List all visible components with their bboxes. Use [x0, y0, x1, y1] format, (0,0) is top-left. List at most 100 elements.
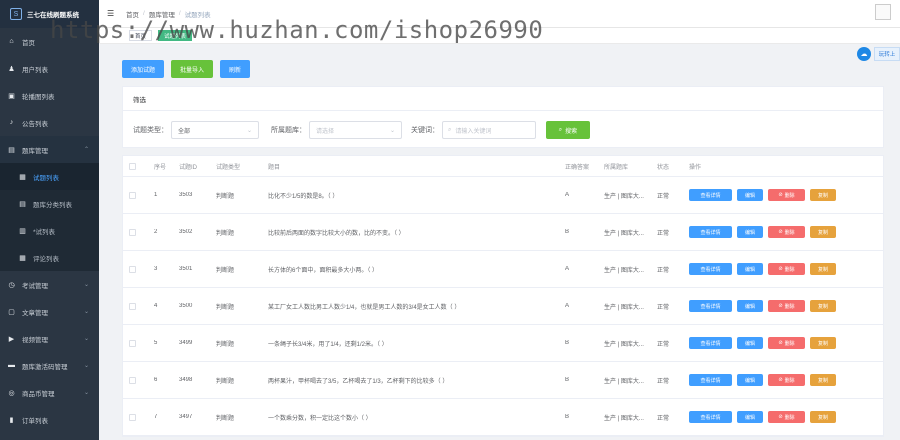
cell-id: 3497: [179, 414, 193, 420]
breadcrumb-home[interactable]: 首页: [126, 9, 139, 19]
row-checkbox[interactable]: [129, 191, 136, 199]
cell-title: 某工厂女工人数比男工人数少1/4，也就是男工人数的3/4是女工人数（ ）: [268, 304, 461, 311]
edit-button[interactable]: 编辑: [737, 226, 763, 238]
chevron-down-icon: ⌄: [83, 390, 89, 396]
chevron-down-icon: ⌄: [246, 127, 252, 134]
sidebar-item-2[interactable]: ▢ 文章管理 ⌄: [0, 298, 99, 325]
edit-button[interactable]: 编辑: [737, 300, 763, 312]
sidebar-item-2[interactable]: ♟ 用户列表: [0, 55, 99, 82]
sidebar-item-label: 商品币管理: [22, 390, 55, 398]
delete-button[interactable]: ⊘ 删除: [768, 263, 805, 275]
batch-import-button[interactable]: 批量导入: [171, 60, 214, 78]
row-checkbox[interactable]: [129, 413, 136, 421]
avatar[interactable]: [875, 4, 891, 20]
sidebar-item-1[interactable]: ⌂ 首页: [0, 28, 99, 55]
chevron-down-icon: ⌄: [83, 282, 89, 288]
breadcrumb-separator: /: [143, 10, 145, 17]
breadcrumb-question-bank[interactable]: 题库管理: [149, 9, 175, 19]
row-checkbox[interactable]: [129, 302, 136, 310]
copy-button[interactable]: 复制: [810, 300, 836, 312]
select-all-checkbox[interactable]: [129, 162, 136, 170]
type-select[interactable]: 全部 ⌄: [171, 121, 259, 139]
delete-icon: ⊘: [778, 192, 783, 198]
sidebar-item-4[interactable]: ▬ 题库激活码管理 ⌄: [0, 352, 99, 379]
delete-button[interactable]: ⊘ 删除: [768, 300, 805, 312]
search-icon: ⌕: [448, 126, 452, 133]
cell-no: 7: [154, 414, 158, 420]
view-detail-button[interactable]: 查看详情: [689, 374, 732, 386]
search-icon: ⌕: [558, 126, 563, 133]
edit-button[interactable]: 编辑: [737, 374, 763, 386]
image-icon: ▣: [8, 92, 15, 100]
submenu-item-3[interactable]: ▥ *试列表: [0, 217, 99, 244]
sidebar-item-6[interactable]: ▮ 订单列表: [0, 406, 99, 433]
cell-no: 1: [154, 192, 158, 198]
chevron-down-icon: ⌄: [83, 336, 89, 342]
cell-answer: A: [565, 303, 570, 309]
copy-button[interactable]: 复制: [810, 189, 836, 201]
view-detail-button[interactable]: 查看详情: [689, 337, 732, 349]
delete-button[interactable]: ⊘ 删除: [768, 411, 805, 423]
delete-button[interactable]: ⊘ 删除: [768, 226, 805, 238]
bank-select[interactable]: 请选择 ⌄: [309, 121, 402, 139]
sidebar-item-3[interactable]: ▶ 视频管理 ⌄: [0, 325, 99, 352]
delete-button[interactable]: ⊘ 删除: [768, 189, 805, 201]
row-checkbox[interactable]: [129, 339, 136, 347]
sidebar-item-label: 考试管理: [22, 282, 48, 290]
copy-button[interactable]: 复制: [810, 337, 836, 349]
search-button[interactable]: ⌕ 搜索: [546, 121, 590, 139]
edit-button[interactable]: 编辑: [737, 337, 763, 349]
question-table: 序号 试题ID 试题类型 题目 正确答案 所属题库 状态 操作 1 3503 判断题…: [122, 155, 884, 437]
add-question-button[interactable]: 添加试题: [122, 60, 165, 78]
edit-button[interactable]: 编辑: [737, 411, 763, 423]
sidebar-item-1[interactable]: ◷ 考试管理 ⌄: [0, 271, 99, 298]
cell-bank: 生产 | 图库大...: [604, 341, 644, 348]
view-detail-button[interactable]: 查看详情: [689, 226, 732, 238]
delete-button[interactable]: ⊘ 删除: [768, 374, 805, 386]
sidebar-item-5[interactable]: ◎ 商品币管理 ⌄: [0, 379, 99, 406]
keyword-input[interactable]: ⌕ 请输入关键词: [442, 121, 536, 139]
delete-label: 删除: [784, 229, 795, 236]
sidebar-item-7[interactable]: ✓反馈列表: [0, 433, 99, 440]
sidebar-item-label: 用户列表: [22, 66, 48, 74]
cell-no: 4: [154, 303, 158, 309]
row-checkbox[interactable]: [129, 228, 136, 236]
row-checkbox[interactable]: [129, 265, 136, 273]
submenu-item-4[interactable]: ▦ 评论列表: [0, 244, 99, 271]
cell-no: 3: [154, 266, 158, 272]
submenu-item-1[interactable]: ▦ 试题列表: [0, 163, 99, 190]
copy-button[interactable]: 复制: [810, 226, 836, 238]
cell-status: 正常: [657, 193, 670, 200]
sidebar-item-3[interactable]: ▣ 轮播图列表: [0, 82, 99, 109]
copy-button[interactable]: 复制: [810, 374, 836, 386]
sidebar-item-5[interactable]: ▤ 题库管理 ⌃: [0, 136, 99, 163]
tag-home[interactable]: 首页: [129, 30, 153, 41]
row-checkbox[interactable]: [129, 376, 136, 384]
bank-select-placeholder: 请选择: [316, 128, 335, 135]
list-icon: ▥: [19, 227, 26, 235]
submenu-item-2[interactable]: ▤ 题库分类列表: [0, 190, 99, 217]
cell-actions: 查看详情 编辑 ⊘ 删除 复制: [685, 411, 883, 423]
hamburger-icon[interactable]: ☰: [107, 9, 116, 18]
view-detail-button[interactable]: 查看详情: [689, 263, 732, 275]
delete-icon: ⊘: [778, 303, 783, 309]
sidebar-item-4[interactable]: ♪ 公告列表: [0, 109, 99, 136]
edit-button[interactable]: 编辑: [737, 263, 763, 275]
view-detail-button[interactable]: 查看详情: [689, 300, 732, 312]
sidebar-item-label: *试列表: [33, 228, 56, 236]
copy-button[interactable]: 复制: [810, 263, 836, 275]
breadcrumb-separator: /: [178, 10, 181, 17]
copy-button[interactable]: 复制: [810, 411, 836, 423]
cell-answer: B: [565, 340, 570, 346]
edit-button[interactable]: 编辑: [737, 189, 763, 201]
delete-button[interactable]: ⊘ 删除: [768, 337, 805, 349]
user-icon: ♟: [8, 65, 15, 73]
refresh-button[interactable]: 刷新: [220, 60, 251, 78]
cell-actions: 查看详情 编辑 ⊘ 删除 复制: [685, 300, 883, 312]
sidebar-item-label: 公告列表: [22, 120, 48, 128]
cell-answer: B: [565, 414, 570, 420]
view-detail-button[interactable]: 查看详情: [689, 189, 732, 201]
table-row: 5 3499 判断题 一条绳子长3/4米，用了1/4，还剩1/2米。（ ） B 生产 | …: [123, 325, 883, 362]
view-detail-button[interactable]: 查看详情: [689, 411, 732, 423]
tag-question-list[interactable]: 试题列表: [158, 30, 193, 41]
